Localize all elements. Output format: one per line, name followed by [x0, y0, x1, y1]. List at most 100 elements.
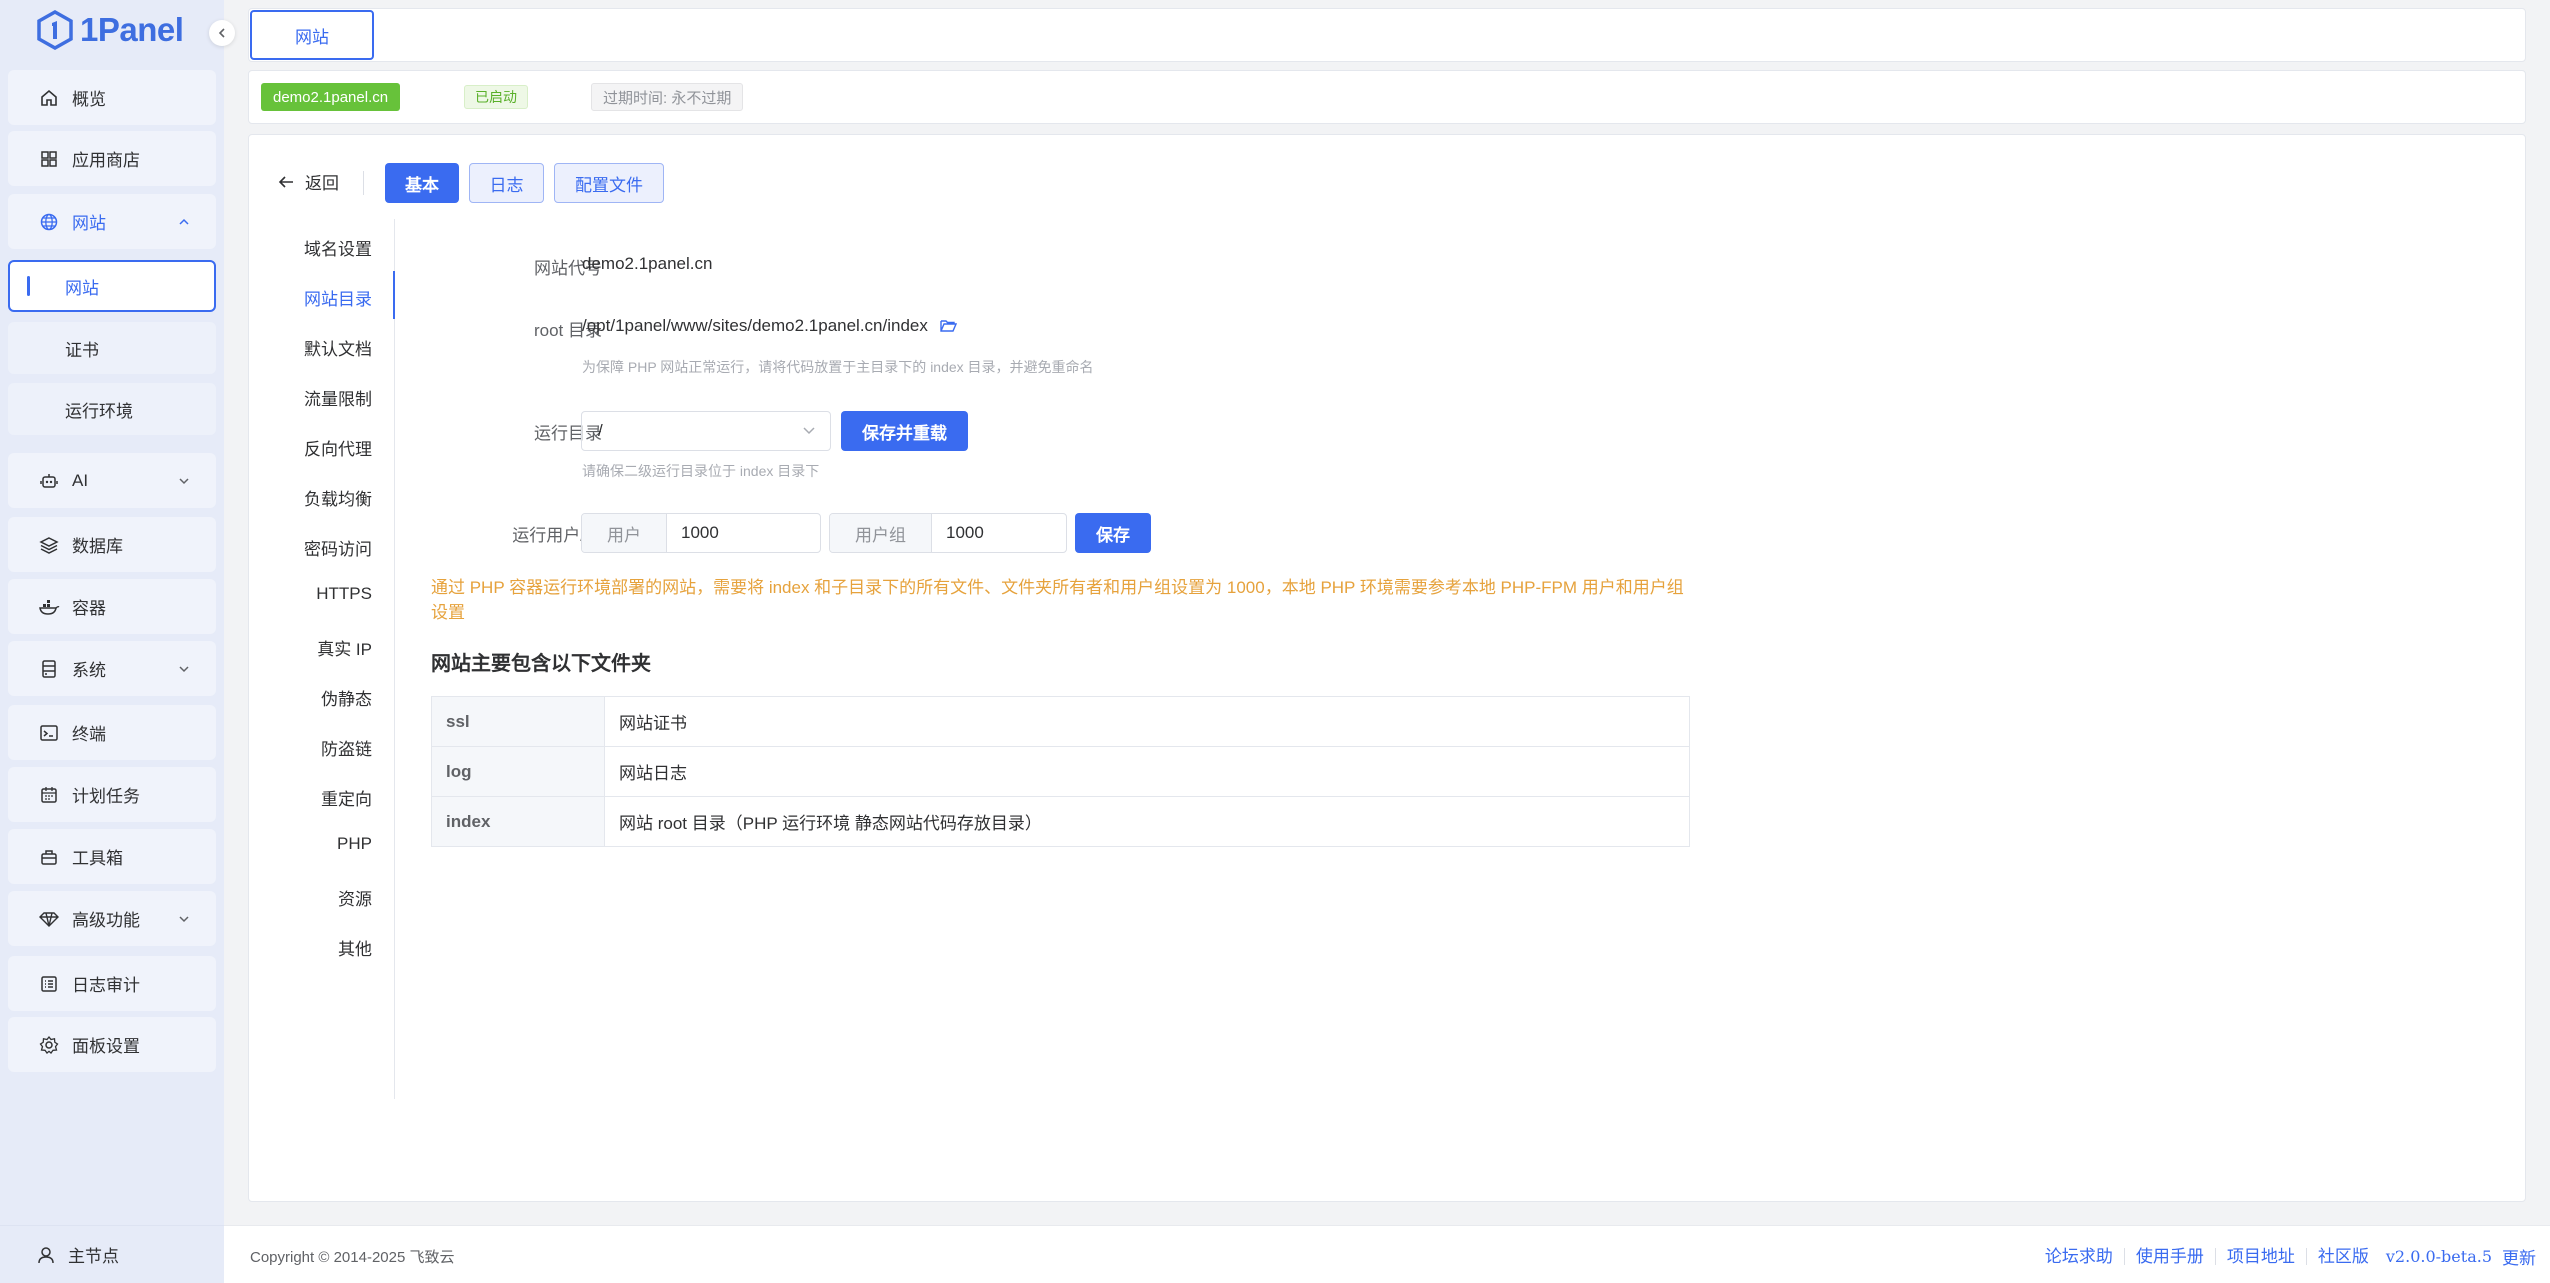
globe-icon — [38, 211, 60, 233]
subnav-default-doc[interactable]: 默认文档 — [304, 335, 372, 360]
sidebar-item-database[interactable]: 数据库 — [8, 517, 216, 572]
run-dir-select[interactable]: / — [581, 411, 831, 451]
run-dir-hint: 请确保二级运行目录位于 index 目录下 — [582, 463, 820, 479]
logo[interactable]: 1Panel — [36, 10, 184, 50]
subnav-redirect[interactable]: 重定向 — [321, 785, 372, 810]
folder-name: log — [431, 746, 605, 797]
subnav-other[interactable]: 其他 — [338, 935, 372, 960]
log-icon — [38, 973, 60, 995]
brand-name: 1Panel — [80, 11, 184, 48]
sidebar-item-label: 数据库 — [72, 537, 123, 556]
table-row: index 网站 root 目录（PHP 运行环境 静态网站代码存放目录） — [431, 796, 1690, 847]
copyright: Copyright © 2014-2025 飞致云 — [250, 1249, 455, 1266]
sidebar-subitem-runtime[interactable]: 运行环境 — [8, 383, 216, 435]
sidebar-item-websites[interactable]: 网站 — [8, 194, 216, 249]
user-icon — [36, 1245, 56, 1265]
toolbox-icon — [38, 846, 60, 868]
sidebar-item-appstore[interactable]: 应用商店 — [8, 131, 216, 186]
sidebar-item-label: AI — [72, 470, 89, 490]
sidebar-item-label: 工具箱 — [72, 849, 123, 868]
tab-basic-button[interactable]: 基本 — [385, 163, 459, 203]
subnav-resources[interactable]: 资源 — [338, 885, 372, 910]
robot-icon — [38, 470, 60, 492]
group-input-group: 用户组 1000 — [829, 513, 1067, 553]
status-badge: 已启动 — [464, 85, 528, 109]
back-button[interactable]: 返回 — [277, 169, 339, 194]
subnav-reverse-proxy[interactable]: 反向代理 — [304, 435, 372, 460]
subnav-hotlink[interactable]: 防盗链 — [321, 735, 372, 760]
subnav-rate-limit[interactable]: 流量限制 — [304, 385, 372, 410]
sidebar-subitem-websites[interactable]: 网站 — [8, 260, 216, 312]
arrow-left-icon — [278, 175, 293, 188]
save-and-reload-button[interactable]: 保存并重载 — [841, 411, 968, 451]
folders-section-title: 网站主要包含以下文件夹 — [431, 653, 651, 675]
tab-websites[interactable]: 网站 — [250, 10, 374, 60]
sidebar-item-label: 面板设置 — [72, 1037, 140, 1056]
layers-icon — [38, 534, 60, 556]
sidebar-item-label: 高级功能 — [72, 911, 140, 930]
folder-open-icon[interactable] — [940, 319, 957, 333]
sidebar-item-ai[interactable]: AI — [8, 453, 216, 508]
chevron-up-icon — [179, 218, 189, 225]
grid-icon — [38, 148, 60, 170]
edition-link[interactable]: 社区版 — [2305, 1248, 2380, 1265]
sidebar-subitem-label: 证书 — [65, 340, 99, 360]
sidebar-item-cron[interactable]: 计划任务 — [8, 767, 216, 822]
sidebar-item-settings[interactable]: 面板设置 — [8, 1017, 216, 1072]
sidebar: 1Panel 概览 应用商店 网站 网站 证书 运行环境 AI 数据库 容器 系… — [0, 0, 235, 1283]
tab-log-button[interactable]: 日志 — [469, 163, 544, 203]
subnav-password-access[interactable]: 密码访问 — [304, 535, 372, 560]
expire-tag: 过期时间: 永不过期 — [591, 83, 744, 111]
sidebar-item-logs[interactable]: 日志审计 — [8, 956, 216, 1011]
folder-name: ssl — [431, 696, 605, 747]
sidebar-subitem-certificates[interactable]: 证书 — [8, 322, 216, 374]
sidebar-item-overview[interactable]: 概览 — [8, 70, 216, 125]
user-input-group: 用户 1000 — [581, 513, 821, 553]
sidebar-item-label: 应用商店 — [72, 151, 140, 170]
calendar-icon — [38, 784, 60, 806]
back-label: 返回 — [305, 174, 339, 193]
root-dir-value: /opt/1panel/www/sites/demo2.1panel.cn/in… — [582, 316, 928, 335]
group-input[interactable]: 1000 — [932, 514, 984, 552]
sidebar-item-label: 终端 — [72, 725, 106, 744]
node-label: 主节点 — [68, 1247, 119, 1266]
subnav-domains[interactable]: 域名设置 — [304, 235, 372, 260]
container-icon — [38, 596, 60, 618]
subnav-php[interactable]: PHP — [337, 834, 372, 854]
manual-link[interactable]: 使用手册 — [2123, 1248, 2215, 1265]
domain-tag: demo2.1panel.cn — [261, 83, 401, 111]
project-link[interactable]: 项目地址 — [2214, 1248, 2306, 1265]
sidebar-item-advanced[interactable]: 高级功能 — [8, 891, 216, 946]
collapse-sidebar-button[interactable] — [209, 20, 235, 46]
run-dir-value: / — [598, 421, 603, 440]
sidebar-item-terminal[interactable]: 终端 — [8, 705, 216, 760]
home-icon — [38, 87, 60, 109]
tab-config-button[interactable]: 配置文件 — [554, 163, 664, 203]
subnav-active-indicator — [393, 271, 395, 319]
user-input[interactable]: 1000 — [667, 514, 719, 552]
alias-value: demo2.1panel.cn — [582, 254, 713, 273]
main-content: 返回 基本 日志 配置文件 域名设置 网站目录 默认文档 流量限制 反向代理 负… — [248, 134, 2526, 1202]
terminal-icon — [38, 722, 60, 744]
subnav-real-ip[interactable]: 真实 IP — [317, 635, 372, 660]
user-prefix: 用户 — [582, 514, 667, 552]
folder-name: index — [431, 796, 605, 847]
root-dir-hint: 为保障 PHP 网站正常运行，请将代码放置于主目录下的 index 目录，并避免… — [582, 359, 1094, 375]
subnav-rewrite[interactable]: 伪静态 — [321, 685, 372, 710]
server-icon — [38, 658, 60, 680]
settings-subnav: 域名设置 网站目录 默认文档 流量限制 反向代理 负载均衡 密码访问 HTTPS… — [249, 219, 395, 1099]
folder-desc: 网站证书 — [604, 696, 1690, 747]
sidebar-item-containers[interactable]: 容器 — [8, 579, 216, 634]
save-button[interactable]: 保存 — [1075, 513, 1151, 553]
sidebar-item-system[interactable]: 系统 — [8, 641, 216, 696]
subnav-https[interactable]: HTTPS — [316, 584, 372, 604]
diamond-icon — [38, 908, 60, 930]
sidebar-item-toolbox[interactable]: 工具箱 — [8, 829, 216, 884]
subnav-load-balance[interactable]: 负载均衡 — [304, 485, 372, 510]
sidebar-item-label: 日志审计 — [72, 976, 140, 995]
subnav-site-directory[interactable]: 网站目录 — [304, 285, 372, 310]
node-switcher[interactable]: 主节点 — [0, 1225, 224, 1283]
forum-link[interactable]: 论坛求助 — [2034, 1248, 2124, 1265]
sidebar-item-label: 网站 — [72, 214, 106, 233]
update-link[interactable]: 更新 — [2502, 1244, 2536, 1269]
